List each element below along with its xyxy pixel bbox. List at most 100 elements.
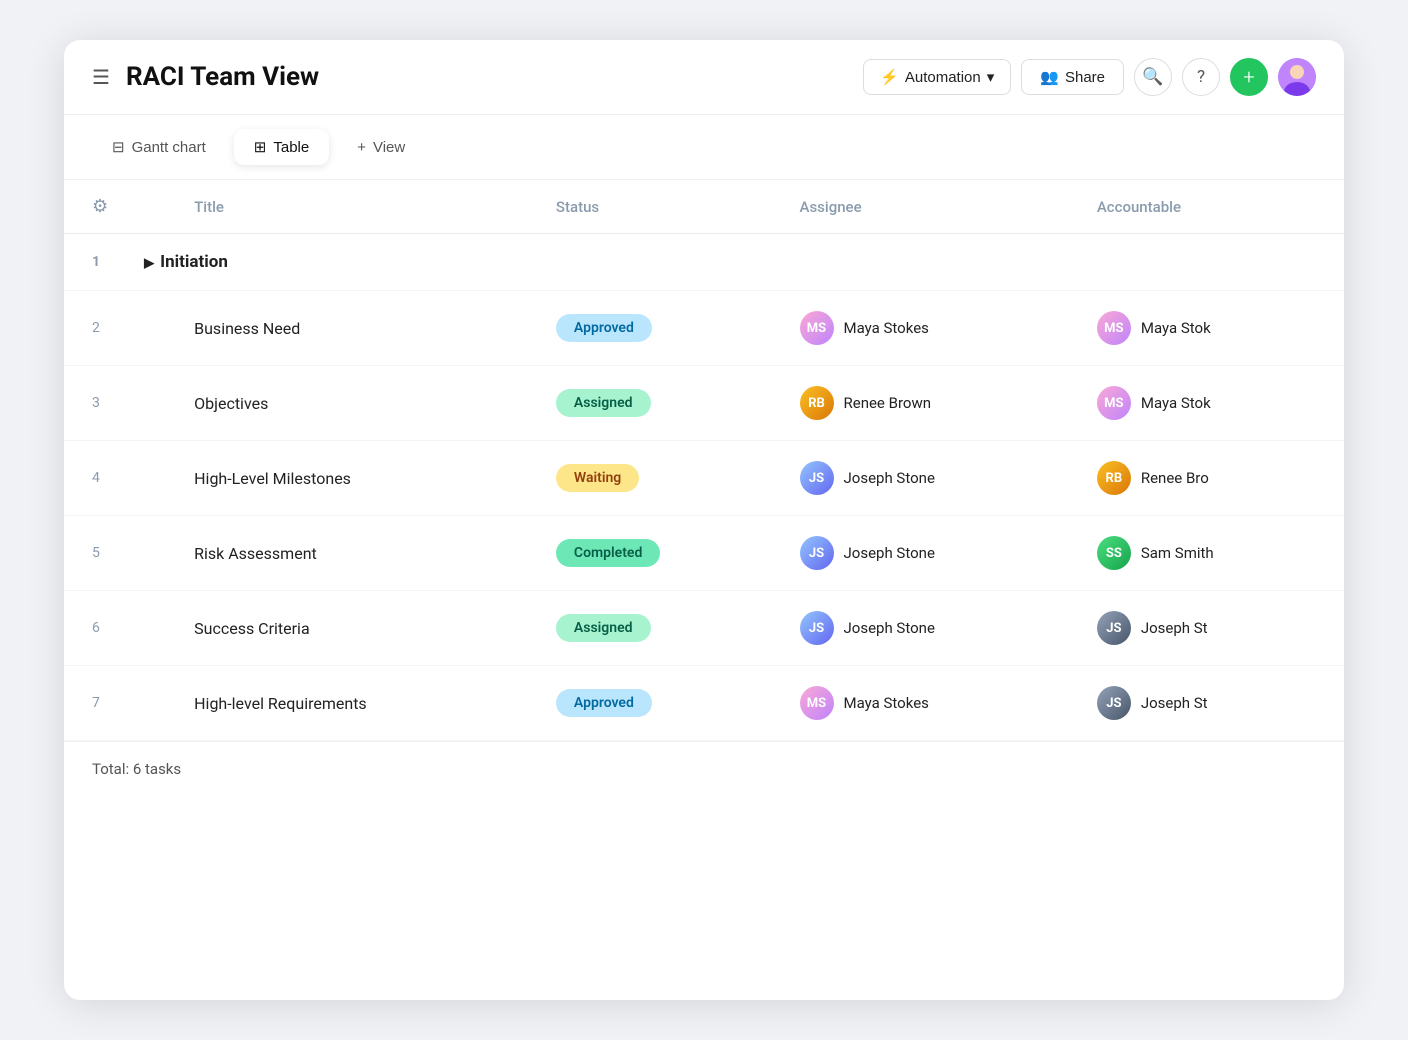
- row-status: Approved: [538, 666, 782, 741]
- automation-label: Automation: [905, 69, 981, 86]
- share-label: Share: [1065, 69, 1105, 86]
- menu-icon[interactable]: ☰: [92, 65, 110, 89]
- accountable-name: Renee Bro: [1141, 469, 1209, 487]
- row-assignee[interactable]: RB Renee Brown: [782, 366, 1079, 441]
- tab-gantt-chart[interactable]: ⊟ Gantt chart: [92, 129, 226, 165]
- row-spacer: [126, 291, 176, 366]
- table-row: 7 High-level Requirements Approved MS Ma…: [64, 666, 1344, 741]
- share-button[interactable]: 👥 Share: [1021, 59, 1124, 95]
- accountable-cell: MS Maya Stok: [1097, 386, 1326, 420]
- app-title: RACI Team View: [126, 62, 847, 92]
- col-status: Status: [538, 180, 782, 234]
- assignee-name: Joseph Stone: [844, 469, 935, 487]
- table-row: 3 Objectives Assigned RB Renee Brown MS …: [64, 366, 1344, 441]
- accountable-name: Maya Stok: [1141, 394, 1211, 412]
- assignee-name: Joseph Stone: [844, 619, 935, 637]
- table-row: 2 Business Need Approved MS Maya Stokes …: [64, 291, 1344, 366]
- table-row: 5 Risk Assessment Completed JS Joseph St…: [64, 516, 1344, 591]
- tab-table[interactable]: ⊞ Table: [234, 129, 329, 165]
- row-assignee[interactable]: JS Joseph Stone: [782, 591, 1079, 666]
- accountable-cell: JS Joseph St: [1097, 686, 1326, 720]
- table-header-row: ⚙ Title Status Assignee Accountable: [64, 180, 1344, 234]
- row-accountable[interactable]: MS Maya Stok: [1079, 366, 1344, 441]
- assignee-cell: RB Renee Brown: [800, 386, 1061, 420]
- assignee-cell: JS Joseph Stone: [800, 536, 1061, 570]
- row-spacer: [126, 591, 176, 666]
- help-button[interactable]: ?: [1182, 58, 1220, 96]
- row-num: 7: [64, 666, 126, 741]
- accountable-name: Joseph St: [1141, 694, 1208, 712]
- row-assignee[interactable]: JS Joseph Stone: [782, 441, 1079, 516]
- row-accountable[interactable]: JS Joseph St: [1079, 666, 1344, 741]
- avatar-maya: MS: [1097, 311, 1131, 345]
- col-num: [126, 180, 176, 234]
- table-icon: ⊞: [254, 138, 267, 156]
- col-gear[interactable]: ⚙: [64, 180, 126, 234]
- avatar-joseph: JS: [800, 461, 834, 495]
- row-accountable[interactable]: SS Sam Smith: [1079, 516, 1344, 591]
- row-status: Assigned: [538, 366, 782, 441]
- row-assignee[interactable]: JS Joseph Stone: [782, 516, 1079, 591]
- row-status: Completed: [538, 516, 782, 591]
- row-title[interactable]: Success Criteria: [176, 591, 538, 666]
- row-title[interactable]: Risk Assessment: [176, 516, 538, 591]
- status-badge: Approved: [556, 689, 652, 717]
- row-accountable[interactable]: MS Maya Stok: [1079, 291, 1344, 366]
- table-wrap: ⚙ Title Status Assignee Accountable 1 ▶I…: [64, 180, 1344, 1000]
- row-title[interactable]: Business Need: [176, 291, 538, 366]
- row-spacer: [126, 441, 176, 516]
- plus-view-icon: +: [357, 139, 366, 156]
- tab-view[interactable]: + View: [337, 130, 425, 165]
- tab-view-label: View: [373, 139, 405, 156]
- table-row: 6 Success Criteria Assigned JS Joseph St…: [64, 591, 1344, 666]
- avatar-maya: MS: [800, 686, 834, 720]
- row-title[interactable]: High-level Requirements: [176, 666, 538, 741]
- user-avatar[interactable]: [1278, 58, 1316, 96]
- row-assignee[interactable]: MS Maya Stokes: [782, 291, 1079, 366]
- avatar-joseph2: JS: [1097, 686, 1131, 720]
- col-accountable: Accountable: [1079, 180, 1344, 234]
- group-title[interactable]: ▶Initiation: [126, 234, 1344, 291]
- app-window: ☰ RACI Team View ⚡ Automation ▾ 👥 Share …: [64, 40, 1344, 1000]
- status-badge: Approved: [556, 314, 652, 342]
- row-status: Assigned: [538, 591, 782, 666]
- accountable-name: Sam Smith: [1141, 544, 1214, 562]
- tab-table-label: Table: [273, 139, 309, 156]
- row-spacer: [126, 666, 176, 741]
- assignee-name: Maya Stokes: [844, 694, 929, 712]
- row-assignee[interactable]: MS Maya Stokes: [782, 666, 1079, 741]
- chevron-down-icon: ▾: [987, 68, 995, 86]
- accountable-name: Joseph St: [1141, 619, 1208, 637]
- row-spacer: [126, 366, 176, 441]
- row-status: Approved: [538, 291, 782, 366]
- accountable-cell: JS Joseph St: [1097, 611, 1326, 645]
- add-button[interactable]: +: [1230, 58, 1268, 96]
- avatar-sam: SS: [1097, 536, 1131, 570]
- tab-gantt-label: Gantt chart: [132, 139, 206, 156]
- row-accountable[interactable]: JS Joseph St: [1079, 591, 1344, 666]
- search-button[interactable]: 🔍: [1134, 58, 1172, 96]
- row-title[interactable]: Objectives: [176, 366, 538, 441]
- accountable-cell: RB Renee Bro: [1097, 461, 1326, 495]
- row-status: Waiting: [538, 441, 782, 516]
- avatar-maya: MS: [1097, 386, 1131, 420]
- group-row[interactable]: 1 ▶Initiation: [64, 234, 1344, 291]
- gantt-icon: ⊟: [112, 138, 125, 156]
- main-table: ⚙ Title Status Assignee Accountable 1 ▶I…: [64, 180, 1344, 741]
- status-badge: Assigned: [556, 614, 651, 642]
- assignee-name: Maya Stokes: [844, 319, 929, 337]
- assignee-name: Renee Brown: [844, 394, 932, 412]
- assignee-cell: MS Maya Stokes: [800, 311, 1061, 345]
- gear-icon[interactable]: ⚙: [92, 196, 108, 217]
- row-accountable[interactable]: RB Renee Bro: [1079, 441, 1344, 516]
- total-row: Total: 6 tasks: [64, 741, 1344, 796]
- share-icon: 👥: [1040, 68, 1059, 86]
- automation-button[interactable]: ⚡ Automation ▾: [863, 59, 1011, 95]
- row-num: 4: [64, 441, 126, 516]
- row-title[interactable]: High-Level Milestones: [176, 441, 538, 516]
- assignee-name: Joseph Stone: [844, 544, 935, 562]
- accountable-cell: MS Maya Stok: [1097, 311, 1326, 345]
- assignee-cell: MS Maya Stokes: [800, 686, 1061, 720]
- status-badge: Assigned: [556, 389, 651, 417]
- avatar-maya: MS: [800, 311, 834, 345]
